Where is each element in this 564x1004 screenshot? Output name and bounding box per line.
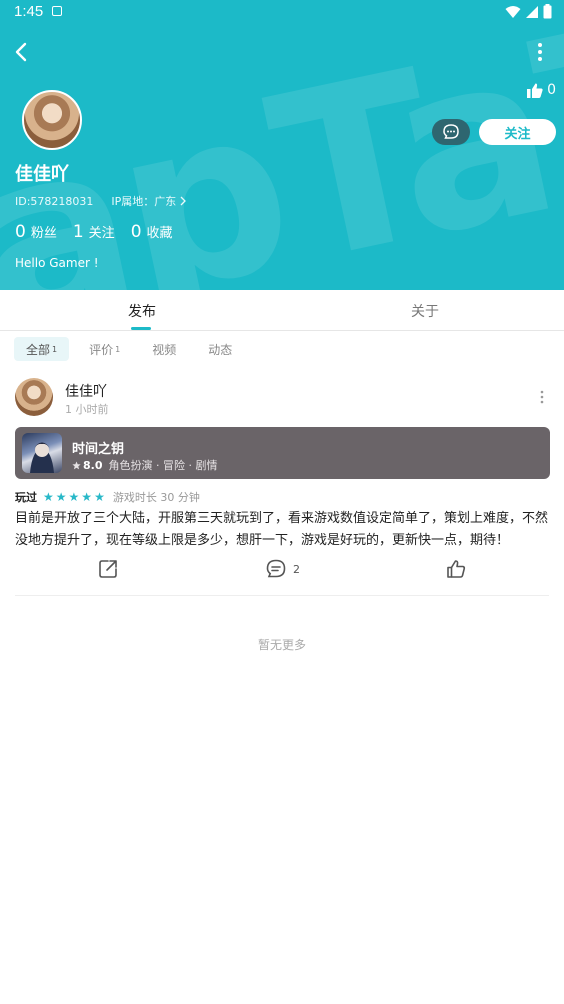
game-title: 时间之钥 bbox=[72, 442, 125, 457]
chip-count: 1 bbox=[115, 344, 121, 354]
review-text[interactable]: 目前是开放了三个大陆，开服第三天就玩到了，看来游戏数值设定简单了，策划上难度，不… bbox=[15, 508, 549, 552]
stat-following[interactable]: 1 关注 bbox=[73, 222, 115, 242]
user-bio: Hello Gamer ! bbox=[15, 256, 99, 270]
profile-header: apTaT 1:45 0 关注 佳佳吖 ID:578218031 IP属地：广东… bbox=[0, 0, 564, 290]
stat-favorites[interactable]: 0 收藏 bbox=[131, 222, 173, 242]
back-arrow-icon[interactable] bbox=[8, 38, 36, 66]
comment-icon bbox=[266, 559, 286, 578]
chip-videos[interactable]: 视频 bbox=[140, 337, 188, 361]
star-icon: ★ bbox=[43, 490, 54, 504]
like-button[interactable] bbox=[445, 558, 467, 580]
watermark-logo: apTaT bbox=[0, 0, 564, 290]
stat-number: 0 bbox=[130, 222, 142, 242]
stats-row: 0 粉丝 1 关注 0 收藏 bbox=[15, 222, 173, 242]
chip-moments[interactable]: 动态 bbox=[196, 337, 244, 361]
chat-bubble-icon bbox=[443, 124, 459, 139]
game-score-value: 8.0 bbox=[83, 458, 103, 472]
profile-tabs: 发布 关于 bbox=[0, 290, 564, 331]
stat-label: 收藏 bbox=[146, 226, 173, 241]
signal-icon bbox=[526, 5, 538, 18]
divider bbox=[15, 595, 549, 596]
user-name: 佳佳吖 bbox=[15, 164, 69, 185]
status-bar: 1:45 bbox=[0, 0, 564, 24]
battery-icon bbox=[543, 4, 552, 19]
more-vertical-icon[interactable] bbox=[530, 40, 550, 64]
follow-button[interactable]: 关注 bbox=[479, 119, 556, 145]
profile-like-counter[interactable]: 0 bbox=[527, 82, 556, 98]
user-id: ID:578218031 bbox=[15, 194, 94, 208]
avatar[interactable] bbox=[22, 90, 82, 150]
star-icon: ★ bbox=[68, 490, 80, 504]
tab-about[interactable]: 关于 bbox=[411, 301, 439, 321]
post-time: 1 小时前 bbox=[65, 403, 109, 416]
wifi-icon bbox=[505, 5, 521, 18]
playtime: 游戏时长 30 分钟 bbox=[112, 491, 200, 504]
notification-icon bbox=[52, 6, 62, 16]
share-icon bbox=[99, 560, 117, 578]
thumbs-up-icon bbox=[447, 560, 466, 578]
message-button[interactable] bbox=[432, 119, 470, 145]
played-label: 玩过 bbox=[15, 491, 37, 504]
star-icon: ★ bbox=[55, 490, 67, 504]
game-icon bbox=[22, 433, 62, 473]
chip-reviews[interactable]: 评价 1 bbox=[77, 337, 132, 361]
profile-like-count: 0 bbox=[547, 82, 556, 98]
stat-followers[interactable]: 0 粉丝 bbox=[15, 222, 57, 242]
ip-location: IP属地：广东 bbox=[111, 195, 177, 208]
chip-label: 评价 bbox=[89, 342, 114, 357]
chip-label: 全部 bbox=[26, 342, 51, 357]
status-time: 1:45 bbox=[14, 3, 44, 20]
post-author-avatar[interactable] bbox=[15, 378, 53, 416]
filter-chips: 全部 1 评价 1 视频 动态 bbox=[14, 337, 252, 361]
chip-count: 1 bbox=[52, 344, 58, 354]
share-button[interactable] bbox=[97, 558, 119, 580]
stat-label: 粉丝 bbox=[30, 226, 57, 241]
chip-all[interactable]: 全部 1 bbox=[14, 337, 70, 361]
game-meta: 8.0 角色扮演 · 冒险 · 剧情 bbox=[72, 457, 217, 473]
thumbs-up-icon bbox=[527, 83, 543, 98]
post-author-name[interactable]: 佳佳吖 bbox=[65, 381, 107, 401]
active-tab-indicator bbox=[131, 327, 151, 330]
game-score: 8.0 bbox=[72, 459, 103, 472]
star-icon: ★ bbox=[94, 490, 105, 504]
chip-label: 视频 bbox=[152, 342, 177, 357]
id-row: ID:578218031 IP属地：广东 bbox=[15, 193, 187, 209]
stat-label: 关注 bbox=[88, 226, 115, 241]
chevron-right-icon bbox=[180, 196, 187, 206]
star-rating: ★ ★ ★ ★ ★ bbox=[43, 491, 105, 503]
star-icon bbox=[72, 460, 81, 469]
comment-button[interactable]: 2 bbox=[265, 558, 300, 580]
rating-row: 玩过 ★ ★ ★ ★ ★ 游戏时长 30 分钟 bbox=[15, 489, 200, 505]
comment-count: 2 bbox=[293, 562, 300, 576]
more-vertical-icon[interactable] bbox=[536, 388, 548, 406]
tab-publish[interactable]: 发布 bbox=[128, 301, 156, 321]
status-icons bbox=[505, 4, 552, 19]
game-tags: 角色扮演 · 冒险 · 剧情 bbox=[108, 459, 218, 472]
stat-number: 0 bbox=[15, 222, 26, 242]
ip-location-link[interactable]: IP属地：广东 bbox=[111, 193, 187, 209]
game-card[interactable]: 时间之钥 8.0 角色扮演 · 冒险 · 剧情 bbox=[15, 427, 550, 479]
star-icon: ★ bbox=[81, 490, 93, 504]
chip-label: 动态 bbox=[208, 342, 233, 357]
post-actions: 2 bbox=[0, 558, 564, 584]
no-more-text: 暂无更多 bbox=[257, 638, 306, 652]
stat-number: 1 bbox=[72, 222, 84, 242]
game-art-icon bbox=[30, 442, 54, 473]
